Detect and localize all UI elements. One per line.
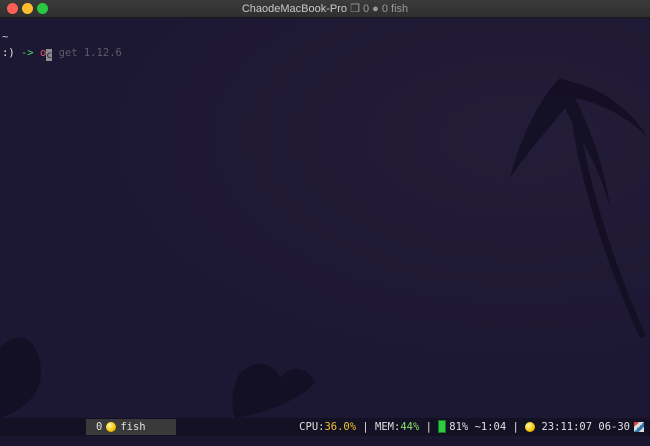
cpu-label: CPU: (299, 420, 325, 433)
mem-label: | MEM: (356, 420, 401, 433)
cwd-line: ~ (2, 31, 9, 43)
bottom-padding (0, 436, 650, 446)
window-title-suffix: ❒ 0 ● 0 fish (350, 3, 409, 15)
autosuggestion: get 1.12.6 (52, 47, 122, 59)
coin-icon-status (525, 421, 536, 432)
battery-status: 81% ~1:04 (449, 420, 507, 433)
status-separator: | (419, 420, 439, 433)
window-title-host: ChaodeMacBook-Pro (241, 3, 347, 15)
prompt-smile: :) (2, 47, 15, 59)
battery-icon (438, 420, 447, 433)
cpu-value: 36.0% (324, 420, 357, 433)
prompt-line[interactable]: :) -> oc get 1.12.6 (2, 46, 122, 61)
palm-tree-background-image (0, 78, 648, 418)
terminal-window: ChaodeMacBook-Pro ❒ 0 ● 0 fish ~ :) -> o… (0, 0, 650, 446)
flag-icon (634, 421, 644, 432)
window-title: ChaodeMacBook-Pro ❒ 0 ● 0 fish (0, 2, 650, 15)
coin-icon (106, 422, 117, 432)
title-bar[interactable]: ChaodeMacBook-Pro ❒ 0 ● 0 fish (0, 0, 650, 18)
status-separator-2: | (506, 420, 526, 433)
prompt-arrow: -> (20, 47, 34, 59)
tab-index: 0 (96, 421, 103, 433)
mem-value: 44% (400, 420, 420, 433)
tmux-status-bar: 0 fish CPU: 36.0% | MEM: 44% | 81% ~1:04 |… (0, 418, 650, 436)
terminal-pane[interactable]: ~ :) -> oc get 1.12.6 (0, 18, 650, 418)
clock: 23:11:07 06-30 (541, 420, 630, 433)
tmux-window-tab[interactable]: 0 fish (86, 419, 176, 435)
status-right: CPU: 36.0% | MEM: 44% | 81% ~1:04 | 23:11:… (299, 420, 644, 433)
tab-name: fish (120, 421, 146, 433)
